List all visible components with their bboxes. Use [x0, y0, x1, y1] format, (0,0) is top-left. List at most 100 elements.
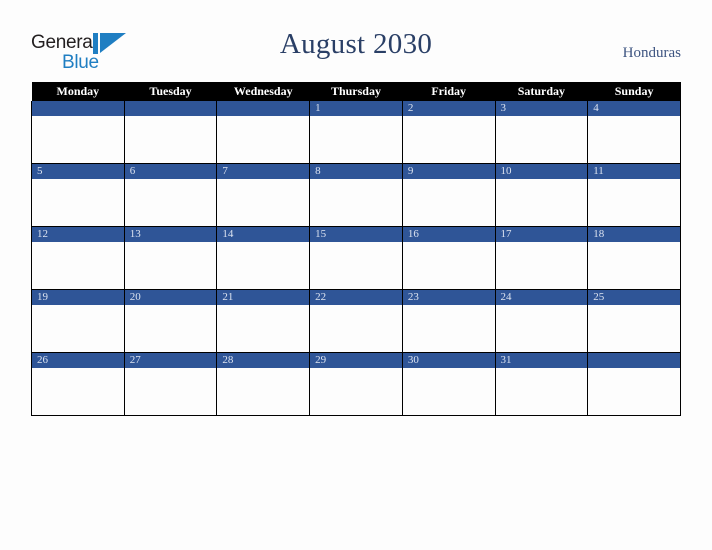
day-events-area[interactable]: [588, 305, 680, 352]
calendar-day-cell[interactable]: 6: [123, 163, 218, 227]
day-number: 3: [495, 101, 588, 116]
calendar-day-cell[interactable]: 28: [216, 352, 311, 416]
calendar-day-cell[interactable]: 22: [309, 289, 403, 353]
day-events-area[interactable]: [217, 116, 309, 163]
country-label: Honduras: [622, 45, 681, 61]
calendar-day-cell[interactable]: 21: [216, 289, 311, 353]
day-events-area[interactable]: [125, 179, 217, 226]
calendar-week-row: 19 20 21 22 23 24 25: [31, 289, 681, 353]
calendar-day-cell[interactable]: [31, 101, 125, 164]
day-events-area[interactable]: [403, 116, 495, 163]
day-number: 17: [495, 227, 588, 242]
day-number: 16: [402, 227, 495, 242]
day-events-area[interactable]: [310, 368, 402, 415]
calendar-day-cell[interactable]: 11: [587, 163, 681, 227]
calendar-day-cell[interactable]: 3: [494, 101, 589, 164]
calendar-day-cell[interactable]: 23: [401, 289, 496, 353]
day-events-area[interactable]: [588, 116, 680, 163]
weekday-header-sunday: Sunday: [587, 82, 681, 101]
calendar-week-row: 1 2 3 4: [31, 101, 681, 164]
day-number: 22: [310, 290, 402, 305]
day-events-area[interactable]: [217, 305, 309, 352]
day-number: 19: [32, 290, 124, 305]
day-events-area[interactable]: [310, 179, 402, 226]
day-events-area[interactable]: [496, 305, 588, 352]
calendar-day-cell[interactable]: 7: [216, 163, 311, 227]
day-events-area[interactable]: [588, 368, 680, 415]
calendar-day-cell[interactable]: 14: [216, 226, 311, 290]
day-events-area[interactable]: [217, 368, 309, 415]
day-events-area[interactable]: [32, 305, 124, 352]
day-number: 20: [124, 290, 217, 305]
day-events-area[interactable]: [217, 179, 309, 226]
day-number: 4: [588, 101, 680, 116]
day-number: 29: [310, 353, 402, 368]
calendar-day-cell[interactable]: 5: [31, 163, 125, 227]
calendar-day-cell[interactable]: 8: [309, 163, 403, 227]
day-events-area[interactable]: [496, 368, 588, 415]
calendar-day-cell[interactable]: [587, 352, 681, 416]
calendar-day-cell[interactable]: [123, 101, 218, 164]
day-events-area[interactable]: [496, 242, 588, 289]
day-events-area[interactable]: [588, 179, 680, 226]
calendar-day-cell[interactable]: 26: [31, 352, 125, 416]
day-number: 24: [495, 290, 588, 305]
day-events-area[interactable]: [125, 368, 217, 415]
weekday-header-saturday: Saturday: [495, 82, 588, 101]
day-events-area[interactable]: [32, 179, 124, 226]
day-number: 13: [124, 227, 217, 242]
calendar-day-cell[interactable]: 4: [587, 101, 681, 164]
day-events-area[interactable]: [403, 242, 495, 289]
weekday-header-monday: Monday: [31, 82, 125, 101]
day-events-area[interactable]: [496, 179, 588, 226]
day-number: 26: [32, 353, 124, 368]
calendar-day-cell[interactable]: 19: [31, 289, 125, 353]
calendar-day-cell[interactable]: 10: [494, 163, 589, 227]
day-events-area[interactable]: [217, 242, 309, 289]
day-events-area[interactable]: [32, 116, 124, 163]
day-events-area[interactable]: [32, 242, 124, 289]
day-events-area[interactable]: [310, 305, 402, 352]
day-number: 10: [495, 164, 588, 179]
day-number: 25: [588, 290, 680, 305]
day-number: 2: [402, 101, 495, 116]
day-number: 14: [217, 227, 310, 242]
calendar-week-row: 5 6 7 8 9 10 11: [31, 163, 681, 227]
calendar-day-cell[interactable]: [216, 101, 311, 164]
day-events-area[interactable]: [310, 116, 402, 163]
calendar-day-cell[interactable]: 27: [123, 352, 218, 416]
calendar-day-cell[interactable]: 24: [494, 289, 589, 353]
day-events-area[interactable]: [496, 116, 588, 163]
calendar-day-cell[interactable]: 15: [309, 226, 403, 290]
day-events-area[interactable]: [310, 242, 402, 289]
calendar-day-cell[interactable]: 12: [31, 226, 125, 290]
day-events-area[interactable]: [403, 368, 495, 415]
calendar-day-cell[interactable]: 1: [309, 101, 403, 164]
calendar-day-cell[interactable]: 18: [587, 226, 681, 290]
calendar-day-cell[interactable]: 20: [123, 289, 218, 353]
day-events-area[interactable]: [32, 368, 124, 415]
calendar-day-cell[interactable]: 13: [123, 226, 218, 290]
calendar-day-cell[interactable]: 25: [587, 289, 681, 353]
weekday-header-friday: Friday: [402, 82, 496, 101]
day-events-area[interactable]: [125, 305, 217, 352]
day-number: 5: [32, 164, 124, 179]
day-events-area[interactable]: [588, 242, 680, 289]
day-number: [32, 101, 124, 116]
page-header: General Blue August 2030 Honduras: [0, 0, 712, 82]
day-events-area[interactable]: [403, 305, 495, 352]
calendar-day-cell[interactable]: 16: [401, 226, 496, 290]
day-events-area[interactable]: [125, 116, 217, 163]
day-number: 6: [124, 164, 217, 179]
day-events-area[interactable]: [403, 179, 495, 226]
day-number: 30: [402, 353, 495, 368]
weekday-header-thursday: Thursday: [309, 82, 403, 101]
calendar-day-cell[interactable]: 29: [309, 352, 403, 416]
calendar-day-cell[interactable]: 9: [401, 163, 496, 227]
day-number: 11: [588, 164, 680, 179]
calendar-day-cell[interactable]: 31: [494, 352, 589, 416]
calendar-day-cell[interactable]: 2: [401, 101, 496, 164]
calendar-day-cell[interactable]: 17: [494, 226, 589, 290]
calendar-day-cell[interactable]: 30: [401, 352, 496, 416]
day-events-area[interactable]: [125, 242, 217, 289]
